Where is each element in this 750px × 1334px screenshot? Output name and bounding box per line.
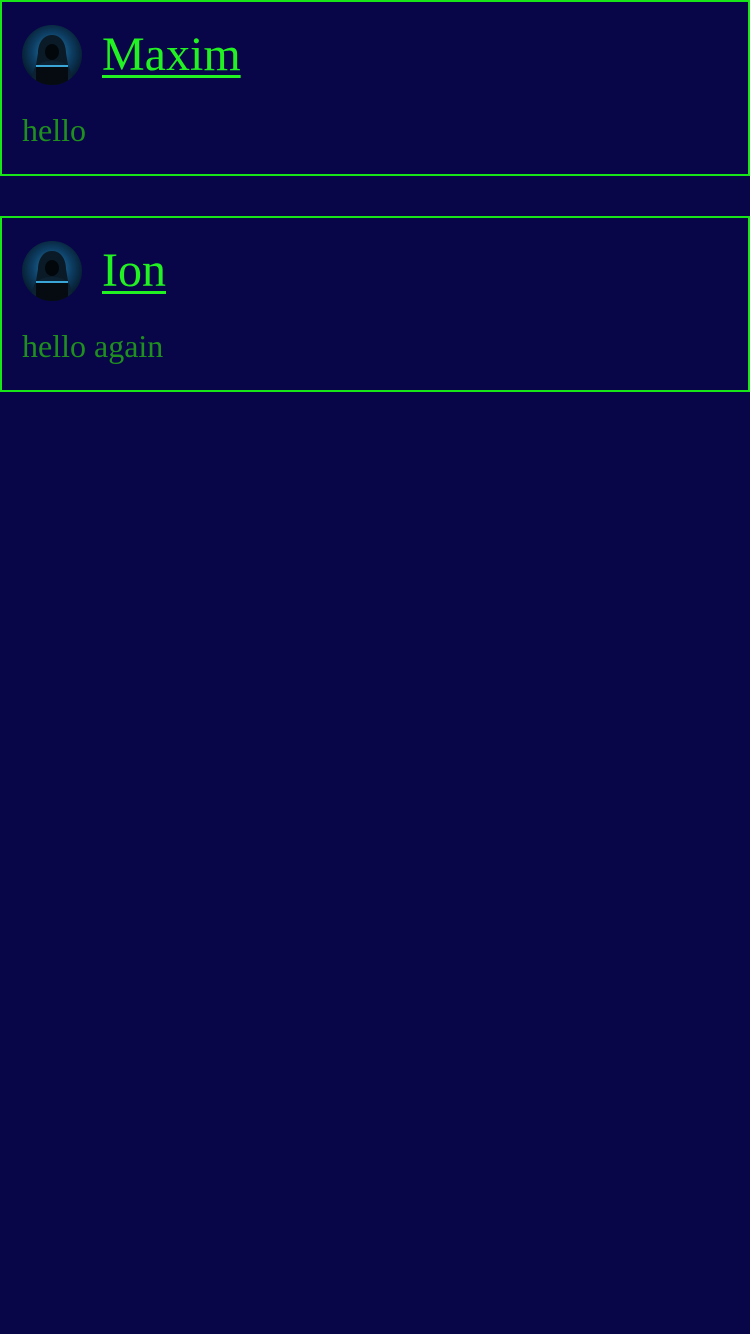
post-message: hello again bbox=[22, 328, 164, 364]
author-name-link[interactable]: Maxim bbox=[102, 27, 241, 83]
avatar bbox=[22, 241, 82, 301]
hooded-hacker-icon bbox=[22, 241, 82, 301]
author-name-link[interactable]: Ion bbox=[102, 243, 166, 299]
post-card: Maxim hello bbox=[0, 0, 750, 176]
post-header: Ion bbox=[22, 240, 166, 302]
hooded-hacker-icon bbox=[22, 25, 82, 85]
post-message: hello bbox=[22, 112, 86, 148]
post-header: Maxim bbox=[22, 24, 241, 86]
post-feed: Maxim hello Ion hello again bbox=[0, 0, 750, 392]
avatar bbox=[22, 25, 82, 85]
post-card: Ion hello again bbox=[0, 216, 750, 392]
